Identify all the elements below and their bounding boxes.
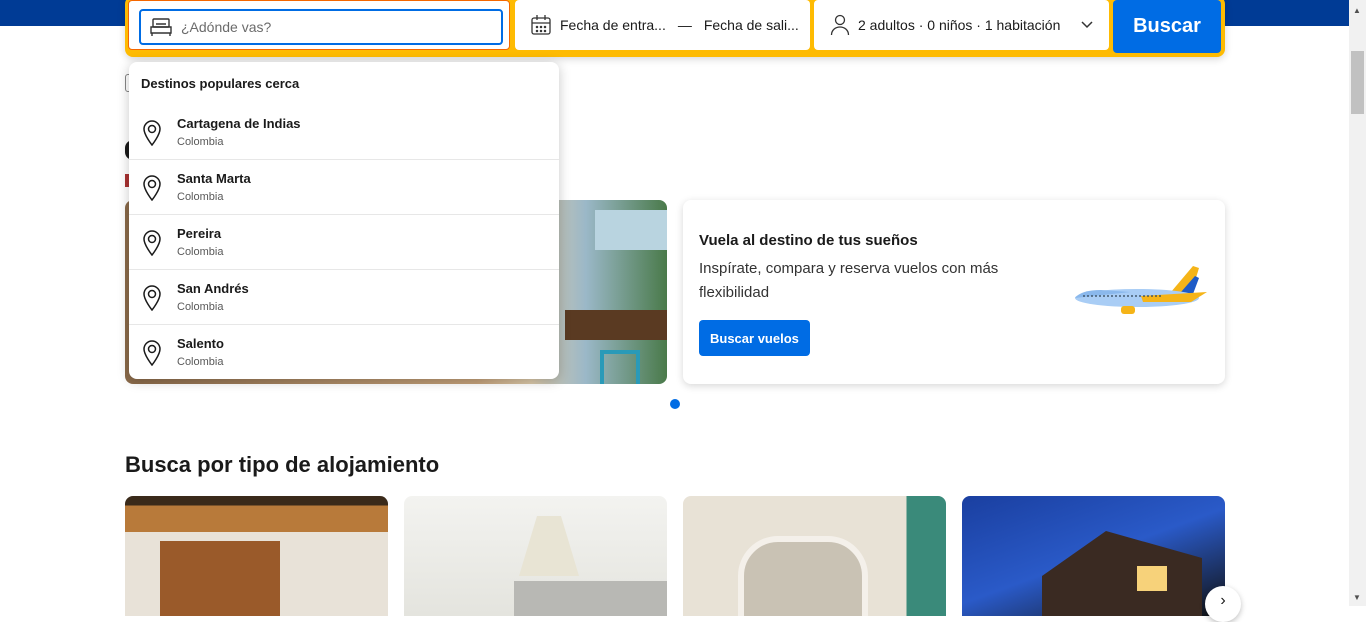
accommodation-card[interactable] <box>404 496 667 616</box>
flights-promo-card: Vuela al destino de tus sueños Inspírate… <box>683 200 1225 384</box>
scrollbar[interactable]: ▲ ▼ <box>1349 0 1366 606</box>
calendar-icon <box>531 15 551 35</box>
suggestion-name: Salento <box>177 336 224 351</box>
map-pin-icon <box>143 120 161 146</box>
accommodation-card[interactable] <box>683 496 946 616</box>
search-flights-button[interactable]: Buscar vuelos <box>699 320 810 356</box>
suggestion-country: Colombia <box>177 191 224 203</box>
suggestion-item[interactable]: Pereira Colombia <box>129 215 559 270</box>
destination-field[interactable] <box>139 9 503 45</box>
accommodation-card[interactable] <box>125 496 388 616</box>
suggestion-item[interactable]: Santa Marta Colombia <box>129 160 559 215</box>
airplane-illustration <box>1075 266 1207 314</box>
flights-description: Inspírate, compara y reserva vuelos con … <box>699 260 999 301</box>
checkout-date[interactable]: Fecha de sali... <box>704 17 799 33</box>
chevron-right-icon: › <box>1220 592 1226 609</box>
suggestion-country: Colombia <box>177 246 224 258</box>
map-pin-icon <box>143 175 161 201</box>
search-bar: Fecha de entra... — Fecha de sali... 2 a… <box>125 0 1225 57</box>
search-button[interactable]: Buscar <box>1113 0 1221 53</box>
suggestion-country: Colombia <box>177 356 224 368</box>
guests-segment[interactable]: 2 adultos · 0 niños · 1 habitación <box>814 0 1109 50</box>
carousel-next-button[interactable]: › <box>1205 586 1241 622</box>
checkin-date[interactable]: Fecha de entra... <box>560 17 666 33</box>
suggestion-item[interactable]: Salento Colombia <box>129 325 559 380</box>
suggestion-name: Santa Marta <box>177 171 251 186</box>
bed-icon <box>150 18 172 36</box>
suggestion-country: Colombia <box>177 136 224 148</box>
dates-segment[interactable]: Fecha de entra... — Fecha de sali... <box>515 0 810 50</box>
suggestions-title: Destinos populares cerca <box>141 76 300 91</box>
guests-summary: 2 adultos · 0 niños · 1 habitación <box>858 17 1061 33</box>
person-icon <box>830 14 850 36</box>
map-pin-icon <box>143 340 161 366</box>
chevron-down-icon <box>1081 21 1093 29</box>
map-pin-icon <box>143 230 161 256</box>
suggestion-name: San Andrés <box>177 281 249 296</box>
suggestion-name: Pereira <box>177 226 222 241</box>
suggestion-item[interactable]: San Andrés Colombia <box>129 270 559 325</box>
scroll-down-icon[interactable]: ▼ <box>1353 593 1361 602</box>
date-separator: — <box>677 17 692 33</box>
flights-title: Vuela al destino de tus sueños <box>699 232 918 249</box>
carousel-dot-active[interactable] <box>670 399 680 409</box>
section-title: Busca por tipo de alojamiento <box>125 452 440 477</box>
suggestion-country: Colombia <box>177 301 224 313</box>
suggestion-item[interactable]: Cartagena de Indias Colombia <box>129 105 559 160</box>
destination-suggestions: Destinos populares cerca Cartagena de In… <box>129 62 559 379</box>
map-pin-icon <box>143 285 161 311</box>
accommodation-card[interactable] <box>962 496 1225 616</box>
destination-segment[interactable] <box>128 0 510 50</box>
scroll-up-icon[interactable]: ▲ <box>1353 6 1361 15</box>
destination-input[interactable] <box>181 19 481 35</box>
scrollbar-thumb[interactable] <box>1351 51 1364 114</box>
suggestion-name: Cartagena de Indias <box>177 116 301 131</box>
